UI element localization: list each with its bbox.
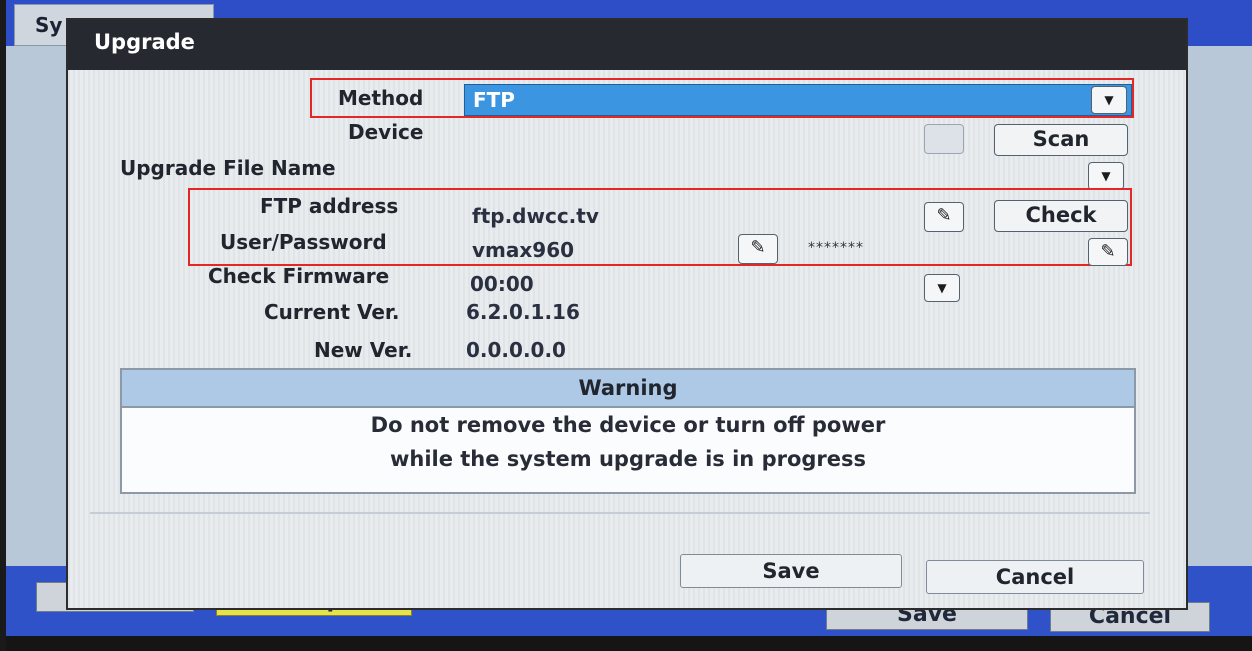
check-button[interactable]: Check <box>994 200 1128 232</box>
upgrade-file-dropdown-icon[interactable]: ▼ <box>1088 162 1124 190</box>
new-version-value: 0.0.0.0.0 <box>466 338 566 362</box>
check-firmware-value[interactable]: 00:00 <box>470 272 534 296</box>
warning-line-2: while the system upgrade is in progress <box>389 447 867 471</box>
device-label: Device <box>348 120 424 144</box>
password-value[interactable]: ******* <box>808 240 864 256</box>
method-value: FTP <box>473 88 515 112</box>
check-firmware-label: Check Firmware <box>208 264 390 288</box>
ftp-address-value[interactable]: ftp.dwcc.tv <box>472 204 599 228</box>
upgrade-dialog: Upgrade Method FTP ▼ Device Scan Upgrade… <box>66 18 1188 610</box>
ftp-address-label: FTP address <box>260 194 399 218</box>
warning-box: Warning Do not remove the device or turn… <box>120 368 1136 494</box>
ftp-address-edit-icon[interactable]: ✎ <box>924 202 964 232</box>
scan-button[interactable]: Scan <box>994 124 1128 156</box>
dialog-separator <box>90 512 1150 514</box>
method-select[interactable]: FTP ▼ <box>464 84 1132 116</box>
method-label: Method <box>338 86 424 110</box>
warning-title: Warning <box>122 370 1134 408</box>
username-edit-icon[interactable]: ✎ <box>738 234 778 264</box>
current-version-label: Current Ver. <box>264 300 400 324</box>
new-version-label: New Ver. <box>314 338 413 362</box>
warning-line-1: Do not remove the device or turn off pow… <box>370 413 886 437</box>
current-version-value: 6.2.0.1.16 <box>466 300 580 324</box>
chevron-down-icon[interactable]: ▼ <box>1091 86 1127 114</box>
password-edit-icon[interactable]: ✎ <box>1088 238 1128 266</box>
background-footer <box>6 636 1252 651</box>
device-select-button[interactable] <box>924 124 964 154</box>
save-button[interactable]: Save <box>680 554 902 588</box>
check-firmware-dropdown-icon[interactable]: ▼ <box>924 274 960 302</box>
user-password-label: User/Password <box>220 230 387 254</box>
upgrade-file-name-label: Upgrade File Name <box>120 156 336 180</box>
dialog-title: Upgrade <box>68 20 1186 70</box>
cancel-button[interactable]: Cancel <box>926 560 1144 594</box>
username-value[interactable]: vmax960 <box>472 238 574 262</box>
